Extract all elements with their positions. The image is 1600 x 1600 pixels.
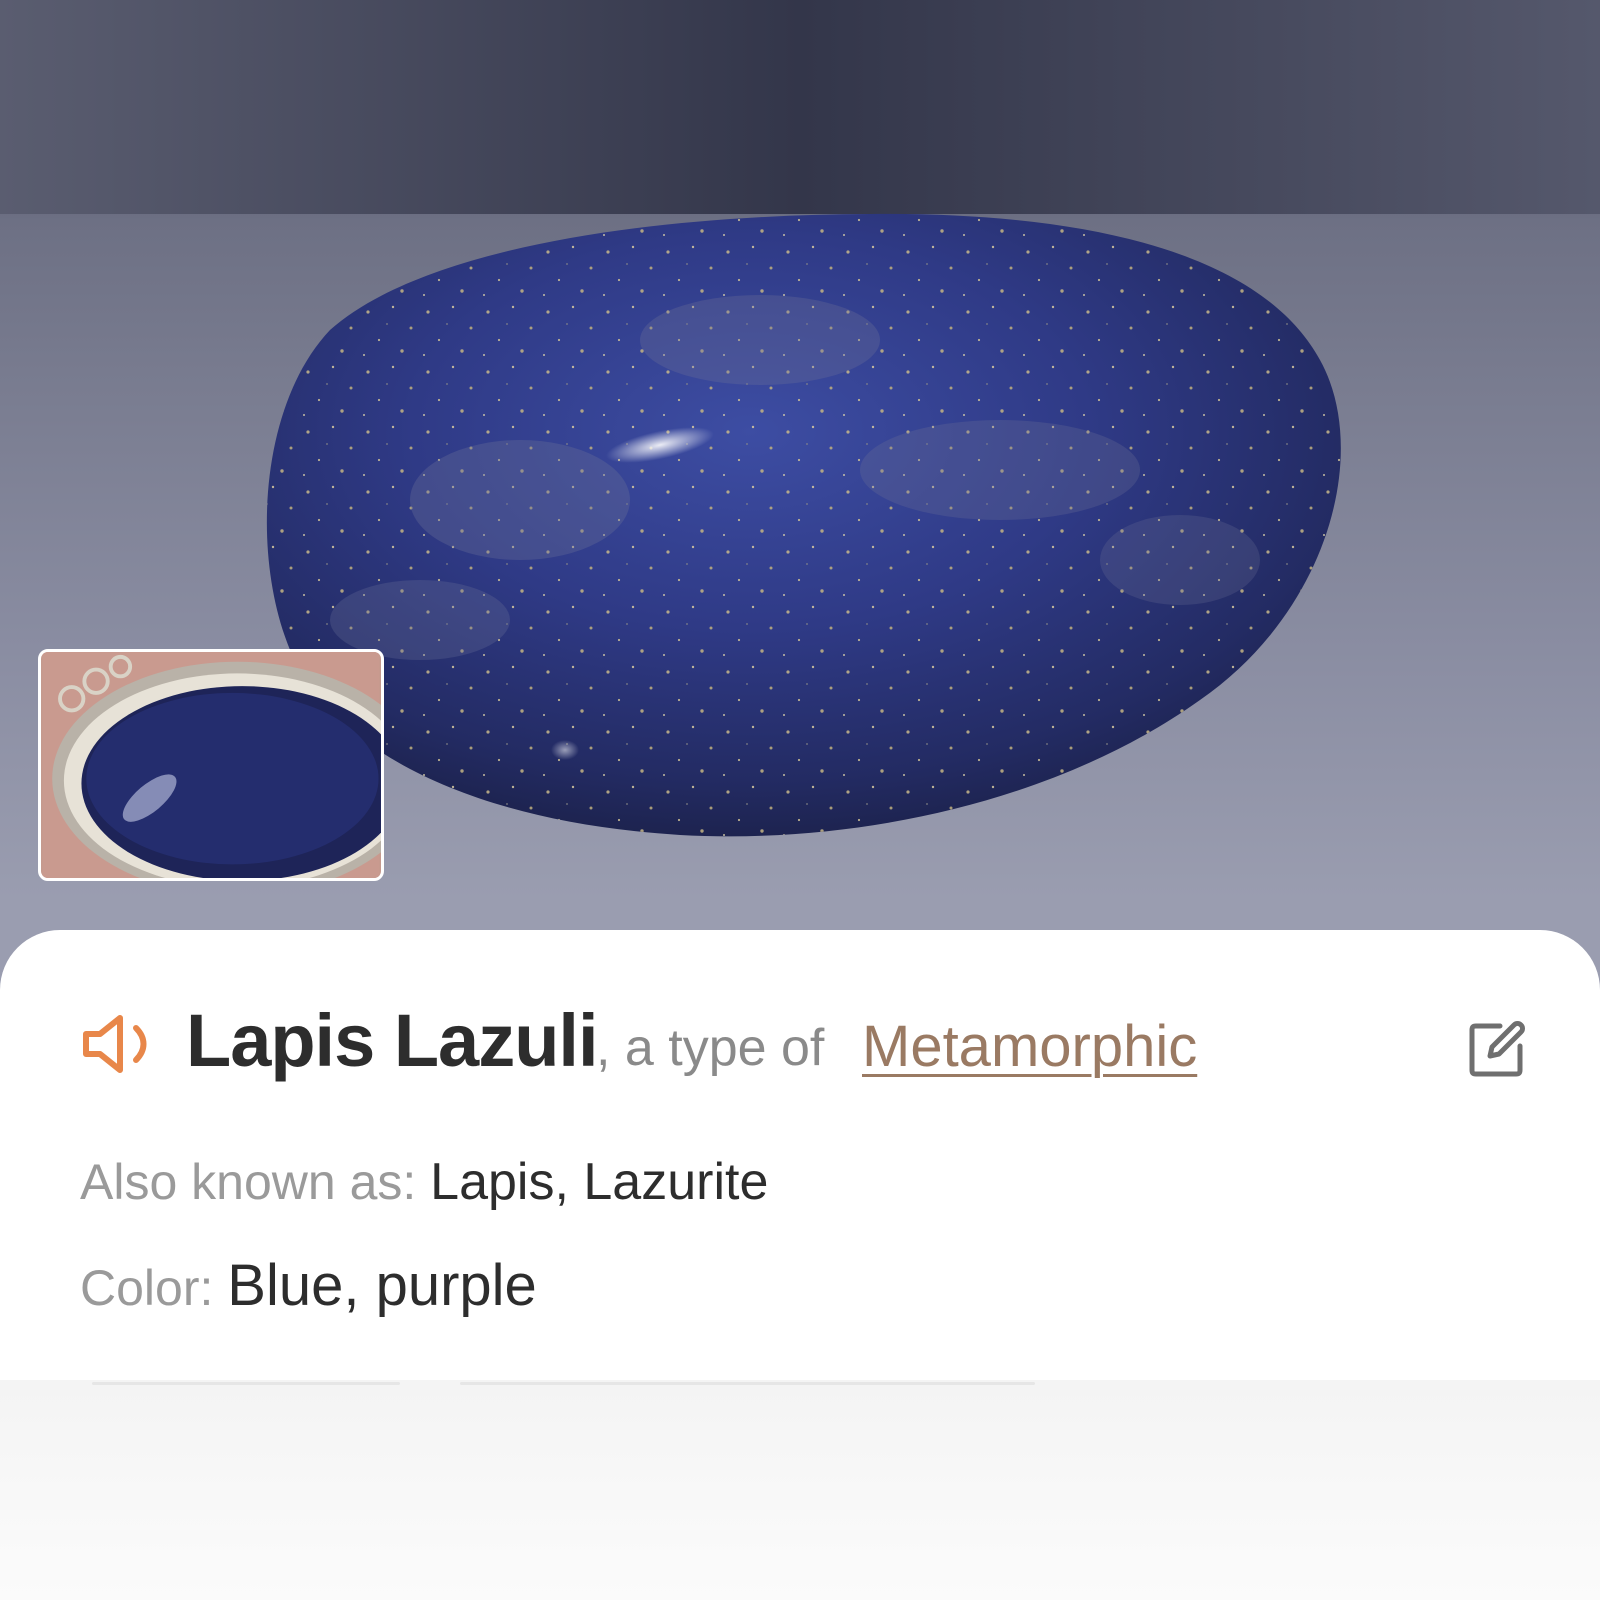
pendant-photo	[42, 652, 381, 878]
color-value: Blue, purple	[227, 1253, 537, 1318]
color-row: Color: Blue, purple	[80, 1252, 537, 1319]
divider-left	[92, 1382, 400, 1385]
also-known-as-label: Also known as:	[80, 1154, 431, 1210]
color-label: Color:	[80, 1260, 228, 1316]
also-known-as-value: Lapis, Lazurite	[430, 1153, 769, 1211]
type-prefix: , a type of	[596, 1019, 825, 1077]
stone-name: Lapis Lazuli	[186, 999, 599, 1082]
also-known-as-row: Also known as: Lapis, Lazurite	[80, 1152, 768, 1212]
bottom-fade	[0, 1380, 1600, 1600]
identification-screen: Lapis Lazuli , a type of Metamorphic Als…	[0, 0, 1600, 1600]
stone-photo	[0, 0, 1600, 1000]
user-photo-thumbnail[interactable]	[38, 649, 384, 881]
edit-icon[interactable]	[1466, 1020, 1526, 1080]
speaker-icon[interactable]	[80, 1010, 166, 1078]
rock-type-link[interactable]: Metamorphic	[862, 1013, 1197, 1080]
divider-right	[460, 1382, 1035, 1385]
